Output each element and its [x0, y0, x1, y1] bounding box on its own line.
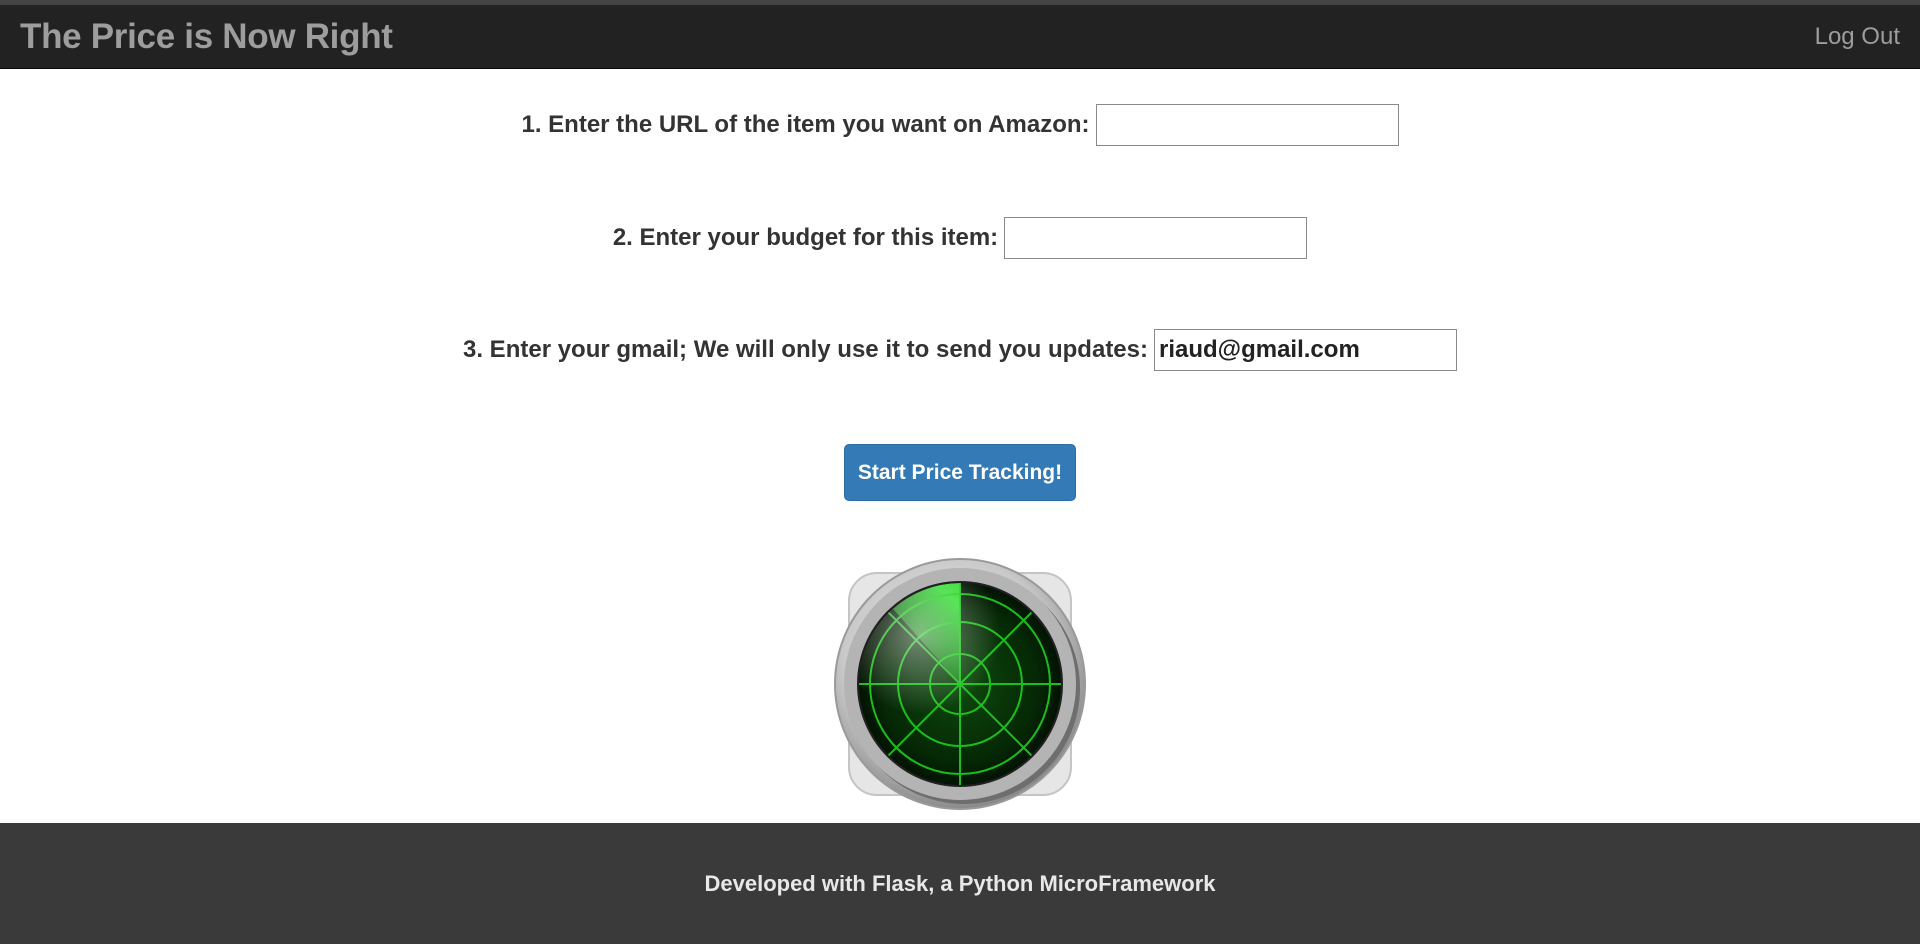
url-row: 1. Enter the URL of the item you want on…: [0, 104, 1920, 146]
email-input[interactable]: [1154, 329, 1457, 371]
budget-label: 2. Enter your budget for this item:: [612, 224, 999, 251]
url-label: 1. Enter the URL of the item you want on…: [521, 111, 1090, 138]
budget-row: 2. Enter your budget for this item:: [0, 217, 1920, 259]
radar-icon: [833, 557, 1087, 811]
start-tracking-button[interactable]: Start Price Tracking!: [844, 444, 1076, 501]
brand-link[interactable]: The Price is Now Right: [20, 17, 393, 57]
logout-link[interactable]: Log Out: [1815, 23, 1900, 51]
navbar: The Price is Now Right Log Out: [0, 0, 1920, 69]
footer: Developed with Flask, a Python MicroFram…: [0, 823, 1920, 944]
email-label: 3. Enter your gmail; We will only use it…: [463, 336, 1148, 363]
url-input[interactable]: [1095, 104, 1399, 146]
email-row: 3. Enter your gmail; We will only use it…: [0, 329, 1920, 371]
footer-text: Developed with Flask, a Python MicroFram…: [704, 870, 1216, 896]
budget-input[interactable]: [1004, 217, 1308, 259]
main-content: 1. Enter the URL of the item you want on…: [0, 69, 1920, 823]
submit-wrap: Start Price Tracking!: [0, 444, 1920, 501]
radar-icon-svg: [834, 558, 1086, 810]
